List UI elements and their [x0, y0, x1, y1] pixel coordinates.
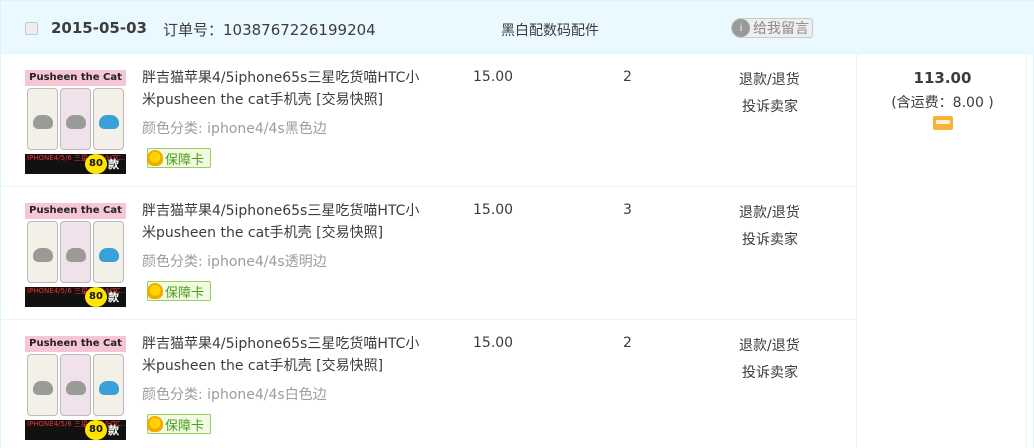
cat-illustration	[33, 115, 53, 129]
product-title[interactable]: 胖吉猫苹果4/5iphone65s三星吃货喵HTC小米pusheen the c…	[142, 67, 432, 111]
unit-price: 15.00	[473, 69, 514, 85]
order-date: 2015-05-03	[51, 19, 147, 37]
order-header: 2015-05-03 订单号：1038767226199204 黑白配数码配件 …	[1, 0, 1034, 54]
cat-illustration	[66, 115, 86, 129]
complain-seller-link[interactable]: 投诉卖家	[742, 96, 798, 116]
order-item: Pusheen the Cat IPHONE4/5/6 三星/小米/HTC.. …	[1, 187, 856, 320]
cat-illustration	[33, 248, 53, 262]
order-total-column: 113.00 (含运费：8.00 )	[856, 54, 1027, 448]
quantity: 2	[623, 335, 632, 351]
complain-seller-link[interactable]: 投诉卖家	[742, 229, 798, 249]
leave-message-label: 给我留言	[753, 21, 809, 37]
pay-card-icon[interactable]	[933, 116, 953, 130]
guarantee-label: 保障卡	[165, 285, 205, 301]
trade-snapshot-link[interactable]: [交易快照]	[316, 92, 383, 108]
quantity: 2	[623, 69, 632, 85]
thumbnail-count-unit: 款	[108, 158, 119, 171]
cat-illustration	[66, 248, 86, 262]
product-sku: 颜色分类: iphone4/4s透明边	[142, 254, 327, 270]
cat-illustration	[66, 381, 86, 395]
thumbnail-count-badge: 80	[85, 154, 107, 174]
trade-snapshot-link[interactable]: [交易快照]	[316, 358, 383, 374]
phone-case-image	[60, 88, 91, 150]
guarantee-icon	[147, 416, 163, 432]
complain-seller-link[interactable]: 投诉卖家	[742, 362, 798, 382]
order-total-amount: 113.00	[913, 69, 972, 87]
guarantee-icon	[147, 150, 163, 166]
phone-case-image	[60, 221, 91, 283]
product-title[interactable]: 胖吉猫苹果4/5iphone65s三星吃货喵HTC小米pusheen the c…	[142, 333, 432, 377]
product-thumbnail[interactable]: Pusheen the Cat IPHONE4/5/6 三星/小米/HTC.. …	[25, 70, 126, 174]
product-sku: 颜色分类: iphone4/4s白色边	[142, 387, 327, 403]
shop-name-link[interactable]: 黑白配数码配件	[501, 20, 599, 40]
cat-illustration	[99, 381, 119, 395]
cat-illustration	[99, 248, 119, 262]
refund-link[interactable]: 退款/退货	[739, 202, 800, 222]
thumbnail-count-unit: 款	[108, 424, 119, 437]
cat-illustration	[33, 381, 53, 395]
thumbnail-count-badge: 80	[85, 287, 107, 307]
product-title[interactable]: 胖吉猫苹果4/5iphone65s三星吃货喵HTC小米pusheen the c…	[142, 200, 432, 244]
guarantee-card-badge[interactable]: 保障卡	[147, 148, 211, 168]
refund-link[interactable]: 退款/退货	[739, 69, 800, 89]
leave-message-button[interactable]: i 给我留言	[731, 18, 813, 38]
order-item: Pusheen the Cat IPHONE4/5/6 三星/小米/HTC.. …	[1, 54, 856, 187]
phone-case-image	[93, 88, 124, 150]
phone-case-image	[93, 354, 124, 416]
phone-case-image	[60, 354, 91, 416]
thumbnail-count-unit: 款	[108, 291, 119, 304]
message-icon: i	[732, 19, 750, 37]
shipping-fee: (含运费：8.00 )	[891, 95, 994, 111]
quantity: 3	[623, 202, 632, 218]
unit-price: 15.00	[473, 202, 514, 218]
order-select-checkbox[interactable]	[25, 22, 38, 35]
phone-case-image	[27, 221, 58, 283]
guarantee-label: 保障卡	[165, 152, 205, 168]
product-thumbnail[interactable]: Pusheen the Cat IPHONE4/5/6 三星/小米/HTC.. …	[25, 336, 126, 440]
product-thumbnail[interactable]: Pusheen the Cat IPHONE4/5/6 三星/小米/HTC.. …	[25, 203, 126, 307]
product-sku: 颜色分类: iphone4/4s黑色边	[142, 121, 327, 137]
guarantee-label: 保障卡	[165, 418, 205, 434]
refund-link[interactable]: 退款/退货	[739, 335, 800, 355]
order-item: Pusheen the Cat IPHONE4/5/6 三星/小米/HTC.. …	[1, 320, 856, 448]
guarantee-card-badge[interactable]: 保障卡	[147, 281, 211, 301]
column-divider	[1026, 54, 1027, 448]
phone-case-image	[27, 88, 58, 150]
order-number: 订单号：1038767226199204	[163, 21, 376, 39]
cat-illustration	[99, 115, 119, 129]
thumbnail-count-badge: 80	[85, 420, 107, 440]
order-card: 2015-05-03 订单号：1038767226199204 黑白配数码配件 …	[0, 0, 1034, 448]
trade-snapshot-link[interactable]: [交易快照]	[316, 225, 383, 241]
guarantee-icon	[147, 283, 163, 299]
thumbnail-title: Pusheen the Cat	[25, 336, 126, 352]
phone-case-image	[93, 221, 124, 283]
thumbnail-title: Pusheen the Cat	[25, 70, 126, 86]
thumbnail-title: Pusheen the Cat	[25, 203, 126, 219]
unit-price: 15.00	[473, 335, 514, 351]
phone-case-image	[27, 354, 58, 416]
guarantee-card-badge[interactable]: 保障卡	[147, 414, 211, 434]
